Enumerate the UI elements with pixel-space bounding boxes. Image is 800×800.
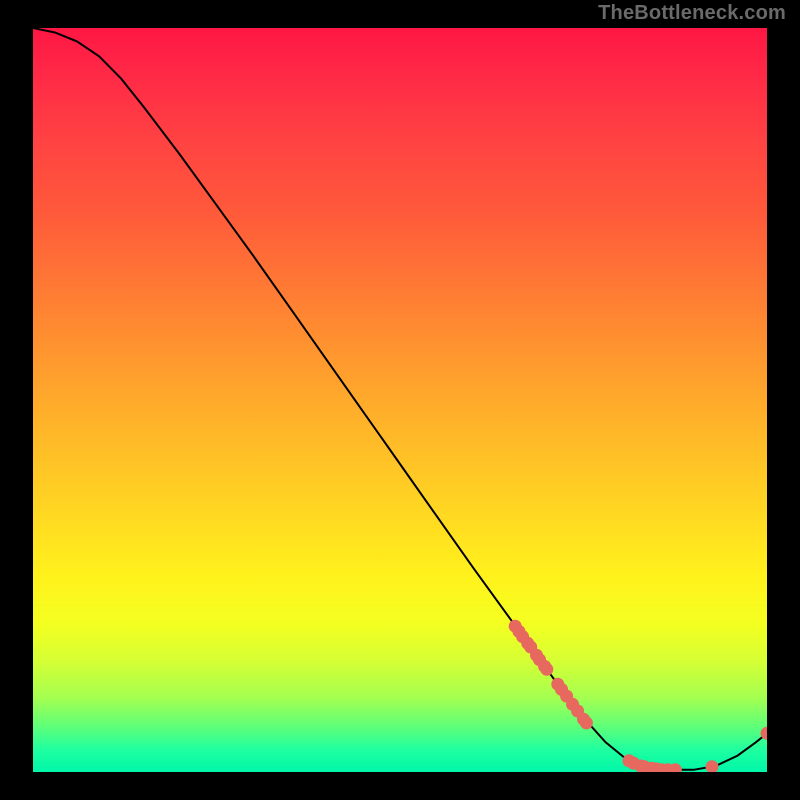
data-markers	[509, 620, 767, 772]
chart-svg	[33, 28, 767, 772]
data-marker	[540, 663, 553, 676]
plot-area	[33, 28, 767, 772]
data-marker	[706, 760, 719, 772]
data-marker	[580, 716, 593, 729]
watermark-text: TheBottleneck.com	[598, 2, 786, 25]
bottleneck-curve	[33, 28, 767, 770]
chart-container: TheBottleneck.com	[0, 0, 800, 800]
